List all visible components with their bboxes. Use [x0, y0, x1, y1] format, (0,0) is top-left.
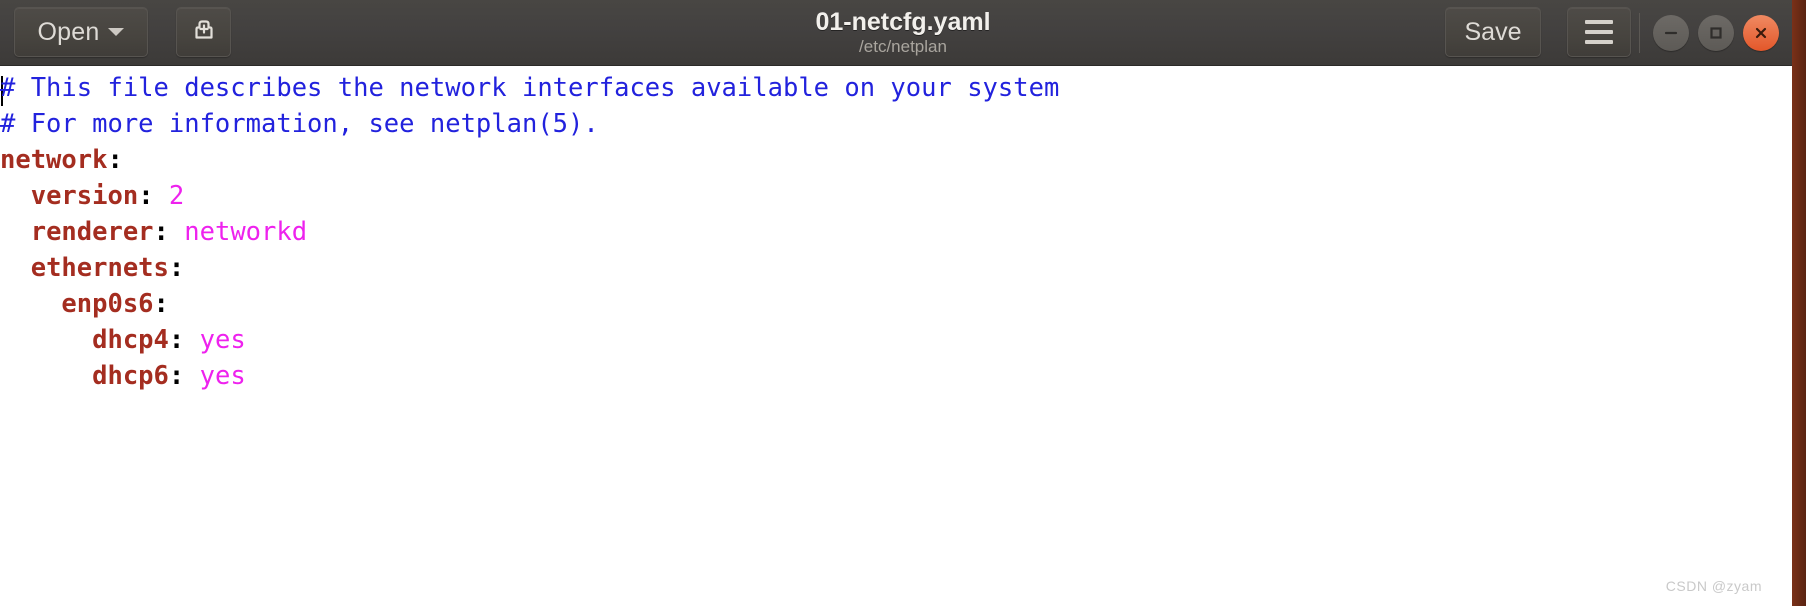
- window-subtitle-path: /etc/netplan: [859, 36, 947, 56]
- window-headerbar: Open 01-netcfg.yaml /etc/netplan Save: [0, 0, 1806, 66]
- hamburger-menu-icon-line: [1585, 30, 1613, 34]
- save-as-icon: [190, 16, 218, 49]
- maximize-button[interactable]: [1698, 15, 1734, 51]
- minimize-button[interactable]: [1653, 15, 1689, 51]
- minimize-icon: [1662, 24, 1680, 42]
- close-icon: [1752, 24, 1770, 42]
- open-button-label: Open: [37, 17, 100, 46]
- window-right-edge: [1792, 0, 1806, 606]
- gedit-window: Open 01-netcfg.yaml /etc/netplan Save # …: [0, 0, 1806, 606]
- yaml-source-text[interactable]: # This file describes the network interf…: [0, 70, 1059, 394]
- maximize-icon: [1707, 24, 1725, 42]
- hamburger-menu-icon-line: [1585, 40, 1613, 44]
- open-button[interactable]: Open: [14, 7, 148, 57]
- save-button-label: Save: [1464, 17, 1522, 46]
- close-button[interactable]: [1743, 15, 1779, 51]
- chevron-down-icon: [108, 28, 125, 36]
- hamburger-menu-button[interactable]: [1567, 7, 1631, 57]
- hamburger-menu-icon: [1585, 20, 1613, 24]
- window-title: 01-netcfg.yaml: [815, 7, 991, 36]
- watermark: CSDN @zyam: [1665, 578, 1762, 594]
- text-editor-area[interactable]: # This file describes the network interf…: [0, 66, 1792, 606]
- window-controls: [1639, 0, 1779, 66]
- save-button[interactable]: Save: [1445, 7, 1541, 57]
- save-as-button[interactable]: [176, 7, 231, 57]
